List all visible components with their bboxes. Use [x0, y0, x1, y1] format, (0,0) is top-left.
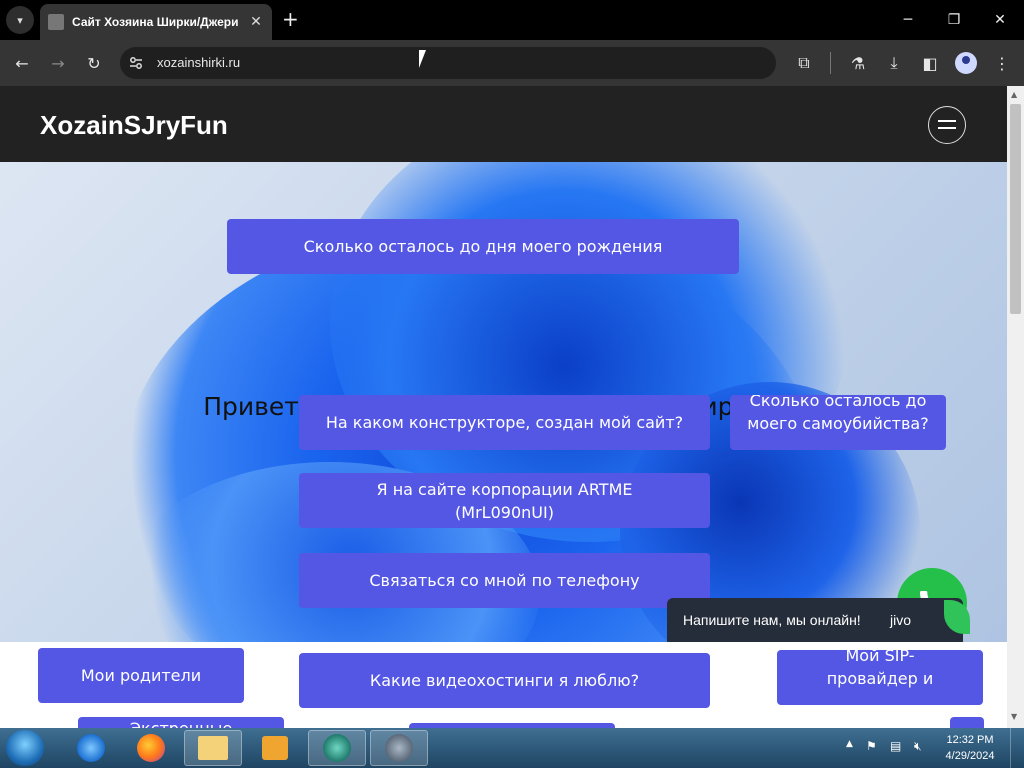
site-favicon-icon: [48, 14, 64, 30]
extensions-icon[interactable]: ⧉: [792, 51, 816, 75]
site-logo[interactable]: XozainSJryFun: [40, 110, 228, 141]
more-menu-icon[interactable]: ⋮: [990, 51, 1014, 75]
labs-flask-icon[interactable]: ⚗: [846, 51, 870, 75]
media-player-taskbar-icon[interactable]: [246, 730, 304, 766]
birthday-countdown-button[interactable]: Сколько осталось до дня моего рождения: [227, 219, 739, 274]
scroll-down-icon[interactable]: ▼: [1011, 712, 1017, 721]
parents-button[interactable]: Мои родители: [38, 648, 244, 703]
back-arrow-icon[interactable]: ←: [10, 51, 34, 75]
reload-icon[interactable]: ↻: [82, 51, 106, 75]
countdown-button[interactable]: Сколько осталось до моего самоубийства?: [730, 395, 946, 450]
internet-explorer-taskbar-icon[interactable]: [62, 730, 120, 766]
start-button[interactable]: [6, 730, 44, 766]
tray-expand-icon[interactable]: ▲: [846, 739, 853, 749]
taskbar-clock-time[interactable]: 12:32 PM: [940, 734, 1000, 746]
volume-muted-icon[interactable]: 🔇︎: [914, 739, 922, 754]
emergency-button-label: Экстренные: [130, 717, 232, 728]
phone-contact-button[interactable]: Связаться со мной по телефону: [299, 553, 710, 608]
artme-button-line2: (MrL090nUI): [455, 502, 554, 522]
firefox-taskbar-icon[interactable]: [122, 730, 180, 766]
hamburger-menu-button[interactable]: [928, 106, 966, 144]
sip-provider-button[interactable]: Мой SIP-провайдер и: [777, 650, 983, 705]
emergency-button[interactable]: Экстренные: [78, 717, 284, 728]
taskbar-clock-date[interactable]: 4/29/2024: [940, 750, 1000, 762]
countdown-button-label: Сколько осталось до моего самоубийства?: [747, 395, 929, 433]
site-constructor-button[interactable]: На каком конструкторе, создан мой сайт?: [299, 395, 710, 450]
explorer-folder-taskbar-icon[interactable]: [184, 730, 242, 766]
page-scrollbar[interactable]: ▲ ▼: [1007, 86, 1024, 728]
url-text[interactable]: xozainshirki.ru: [157, 55, 240, 70]
network-icon[interactable]: ▤: [890, 739, 901, 753]
chat-widget[interactable]: Напишите нам, мы онлайн!: [667, 598, 963, 642]
show-desktop-button[interactable]: [1010, 728, 1024, 768]
folder-icon: [198, 736, 228, 760]
media-icon: [262, 736, 288, 760]
scroll-up-icon[interactable]: ▲: [1011, 90, 1017, 99]
chat-prompt: Напишите нам, мы онлайн!: [683, 612, 861, 628]
scrollbar-thumb[interactable]: [1010, 104, 1021, 314]
window-restore-button[interactable]: ❐: [934, 6, 974, 34]
window-minimize-button[interactable]: ─: [888, 6, 928, 34]
window-close-button[interactable]: ✕: [980, 6, 1020, 34]
toolbar-divider: [830, 52, 831, 74]
tab-title: Сайт Хозяина Ширки/Джери: [72, 15, 239, 29]
artme-button-line1: Я на сайте корпорации ARTME: [376, 479, 633, 499]
partial-button[interactable]: [950, 717, 984, 728]
app-taskbar-icon[interactable]: [370, 730, 428, 766]
forward-arrow-icon[interactable]: →: [46, 51, 70, 75]
site-header: XozainSJryFun: [0, 86, 1007, 162]
video-hosting-button[interactable]: Какие видеохостинги я люблю?: [299, 653, 710, 708]
side-panel-icon[interactable]: ◧: [918, 51, 942, 75]
site-settings-icon[interactable]: [128, 55, 144, 71]
tab-close-icon[interactable]: ✕: [248, 14, 264, 30]
sip-provider-label: Мой SIP-провайдер и: [826, 650, 934, 688]
action-center-flag-icon[interactable]: ⚑: [866, 739, 877, 753]
mouse-pointer-icon: [419, 50, 433, 68]
chrome-taskbar-icon[interactable]: [308, 730, 366, 766]
tab-search-button[interactable]: ▾: [6, 6, 34, 34]
new-tab-button[interactable]: +: [282, 8, 299, 30]
profile-avatar-icon[interactable]: [955, 52, 977, 74]
artme-button[interactable]: Я на сайте корпорации ARTME (MrL090nUI): [299, 473, 710, 528]
download-icon[interactable]: ⤓: [882, 51, 906, 75]
tab-strip: ▾ Сайт Хозяина Ширки/Джери ✕ + ─ ❐ ✕: [0, 0, 1024, 40]
chat-brand-label: jivo: [890, 612, 912, 628]
browser-tab[interactable]: Сайт Хозяина Ширки/Джери ✕: [40, 4, 272, 40]
